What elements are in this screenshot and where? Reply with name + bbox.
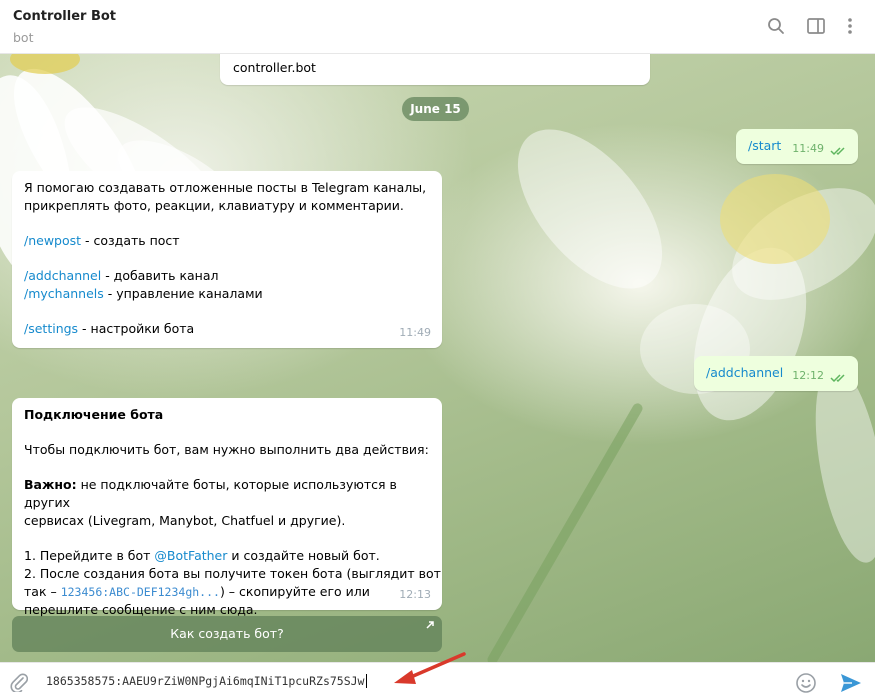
- message-bubble-connect[interactable]: Подключение бота Чтобы подключить бот, в…: [12, 398, 442, 617]
- botfather-link[interactable]: @BotFather: [154, 548, 227, 563]
- message-title: Подключение бота: [24, 407, 164, 422]
- double-check-icon: [830, 374, 845, 383]
- message-time: 12:13: [399, 588, 431, 601]
- message-body: Подключение бота Чтобы подключить бот, в…: [24, 407, 441, 617]
- message-input[interactable]: 1865358575:AAEU9rZiW0NPgjAi6mqINiT1pcuRZ…: [46, 674, 367, 688]
- message-command[interactable]: /addchannel: [706, 364, 783, 382]
- how-to-create-bot-button[interactable]: Как создать бот?: [12, 616, 442, 652]
- sidebar-toggle-icon[interactable]: [804, 14, 828, 38]
- message-time: 11:49: [792, 142, 824, 155]
- search-icon[interactable]: [764, 14, 788, 38]
- chat-header: Controller Bot bot: [0, 0, 875, 54]
- message-time: 12:12: [792, 369, 824, 382]
- message-bubble-addchannel[interactable]: /addchannel 12:12: [694, 356, 858, 391]
- message-text: controller.bot: [233, 60, 316, 75]
- date-separator: June 15: [402, 97, 469, 121]
- command-newpost[interactable]: /newpost: [24, 233, 81, 248]
- command-settings[interactable]: /settings: [24, 321, 78, 336]
- emoji-icon[interactable]: [795, 672, 817, 694]
- arrow-up-right-icon: [426, 621, 434, 629]
- message-bubble-help[interactable]: Я помогаю создавать отложенные посты в T…: [12, 171, 442, 348]
- chat-messages-area[interactable]: controller.bot June 15 /start 11:49 Я по…: [0, 54, 875, 662]
- message-time: 11:49: [399, 326, 431, 339]
- message-body: Я помогаю создавать отложенные посты в T…: [24, 180, 427, 336]
- annotation-arrow-icon: [394, 652, 466, 684]
- send-icon[interactable]: [839, 672, 863, 694]
- paperclip-icon[interactable]: [9, 672, 29, 692]
- message-bubble-top[interactable]: controller.bot: [220, 54, 650, 85]
- command-addchannel[interactable]: /addchannel: [24, 268, 101, 283]
- more-vertical-icon[interactable]: [838, 14, 862, 38]
- token-example-code[interactable]: 123456:ABC-DEF1234gh...: [61, 585, 220, 599]
- button-label: Как создать бот?: [170, 626, 284, 641]
- text-caret: [365, 674, 367, 688]
- double-check-icon: [830, 147, 845, 156]
- chat-subtitle: bot: [13, 30, 34, 45]
- chat-title[interactable]: Controller Bot: [13, 9, 116, 24]
- message-command[interactable]: /start: [748, 137, 781, 155]
- command-mychannels[interactable]: /mychannels: [24, 286, 104, 301]
- message-bubble-start[interactable]: /start 11:49: [736, 129, 858, 164]
